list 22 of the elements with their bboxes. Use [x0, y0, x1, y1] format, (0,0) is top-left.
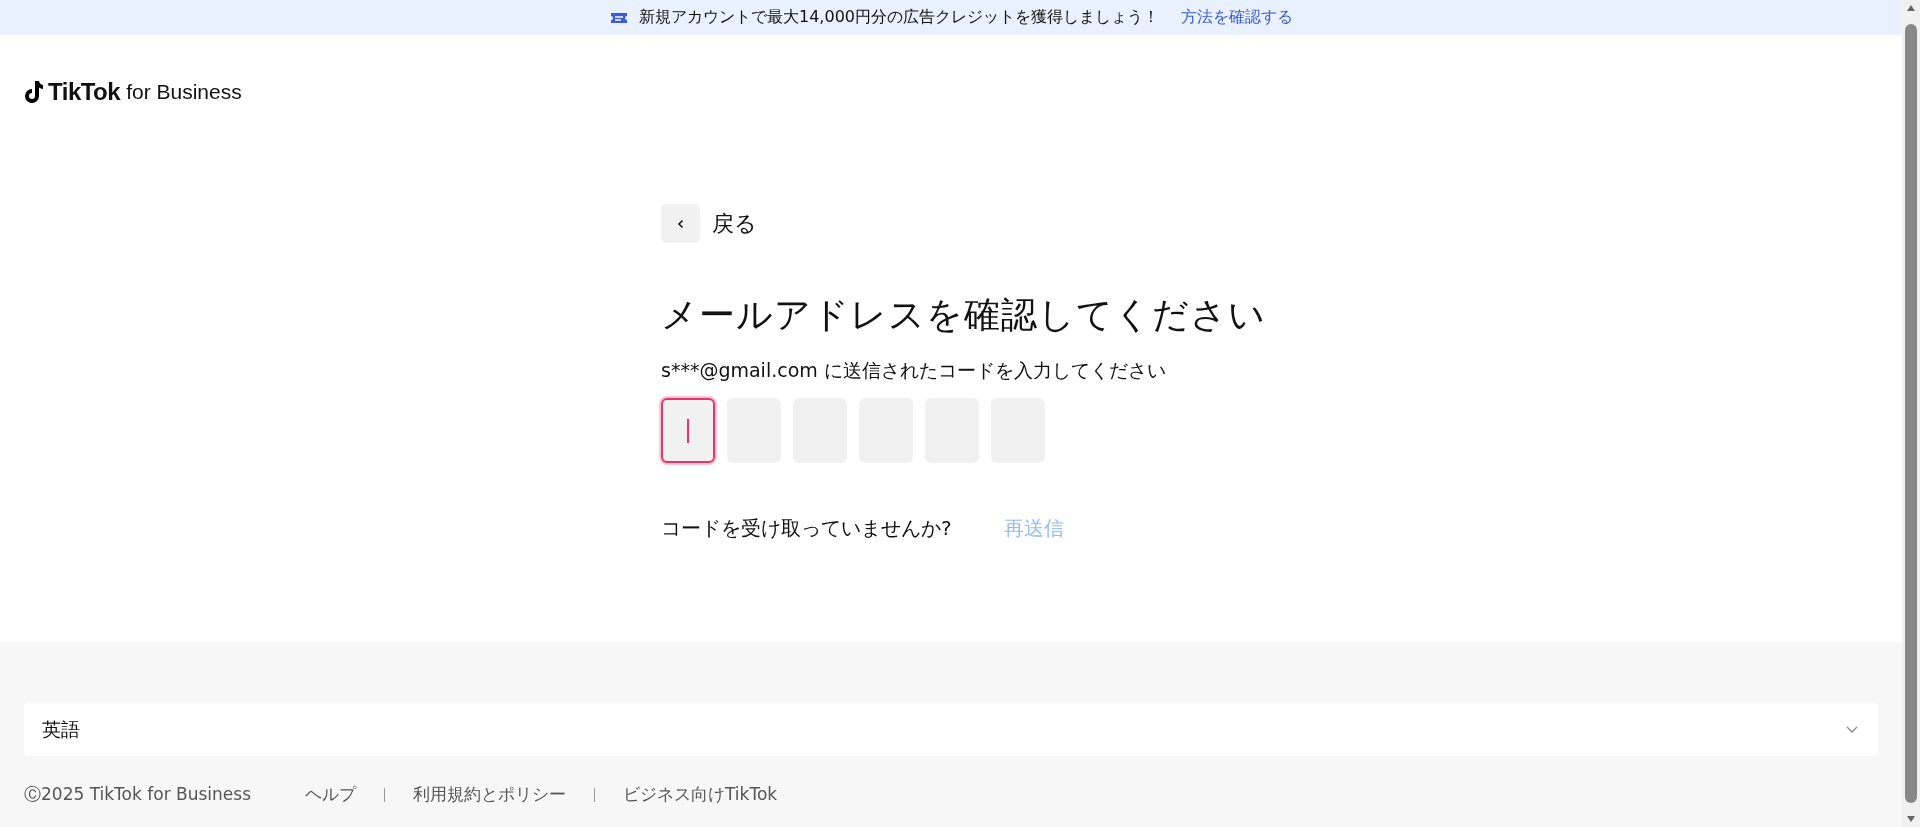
- back-label[interactable]: 戻る: [712, 208, 757, 239]
- banner-link[interactable]: 方法を確認する: [1181, 7, 1293, 28]
- scrollbar-thumb[interactable]: [1905, 24, 1917, 803]
- logo-suffix: for Business: [126, 80, 242, 104]
- logo-brand: TikTok: [48, 78, 121, 106]
- back-button[interactable]: [661, 204, 700, 243]
- footer-link[interactable]: ビジネス向けTikTok: [623, 783, 778, 806]
- code-digit-field[interactable]: [661, 398, 715, 463]
- banner-text: 新規アカウントで最大14,000円分の広告クレジットを獲得しましょう！: [639, 7, 1159, 28]
- scrollbar[interactable]: [1902, 0, 1920, 827]
- note-icon: [24, 80, 44, 104]
- language-select[interactable]: 英語: [24, 703, 1878, 756]
- resend-question: コードを受け取っていませんか?: [661, 515, 952, 542]
- page-title: メールアドレスを確認してください: [661, 293, 1267, 337]
- footer-link[interactable]: 利用規約とポリシー: [413, 783, 566, 806]
- scroll-up-icon[interactable]: [1906, 4, 1916, 12]
- footer-link[interactable]: ヘルプ: [305, 783, 356, 806]
- instruction-text: s***@gmail.com に送信されたコードを入力してください: [661, 358, 1167, 383]
- scroll-down-icon[interactable]: [1906, 815, 1916, 823]
- chevron-left-icon: [675, 218, 686, 229]
- chevron-down-icon: [1846, 725, 1858, 734]
- copyright-text: Ⓒ2025 TikTok for Business: [24, 783, 251, 806]
